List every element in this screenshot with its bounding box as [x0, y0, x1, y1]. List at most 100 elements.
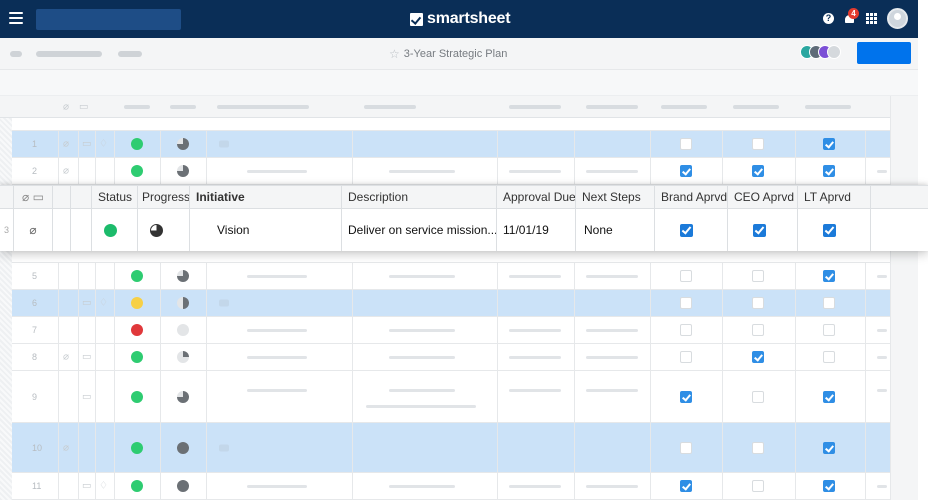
- column-header-next-steps[interactable]: Next Steps: [576, 186, 655, 208]
- column-header-initiative[interactable]: Initiative: [190, 186, 342, 208]
- cell-divider: [574, 473, 575, 499]
- brand-aprvd-checkbox[interactable]: [680, 441, 692, 454]
- comment-icon[interactable]: ▭: [82, 352, 91, 363]
- cell-divider: [497, 290, 498, 316]
- table-row[interactable]: [0, 251, 890, 263]
- table-row[interactable]: 11 ▭ ♢: [0, 473, 890, 500]
- table-row[interactable]: 2 ⌀: [0, 158, 890, 185]
- ceo-aprvd-checkbox[interactable]: [752, 138, 764, 150]
- avatar[interactable]: [887, 8, 908, 29]
- comment-icon[interactable]: ▭: [82, 481, 91, 492]
- lt-aprvd-cell[interactable]: [798, 209, 871, 251]
- column-header-brand-aprvd[interactable]: Brand Aprvd: [655, 186, 728, 208]
- cell-divider: [722, 473, 723, 499]
- progress-cell[interactable]: [138, 209, 190, 251]
- ceo-aprvd-checkbox[interactable]: [752, 165, 764, 177]
- text-placeholder: [877, 388, 887, 392]
- lt-aprvd-checkbox[interactable]: [823, 223, 836, 237]
- paperclip-icon[interactable]: ⌀: [63, 442, 69, 453]
- table-row[interactable]: 6 ▭ ♢: [0, 290, 890, 317]
- vertical-scrollbar[interactable]: [890, 96, 918, 500]
- cell-divider: [114, 290, 115, 316]
- hierarchy-icon[interactable]: [219, 140, 229, 148]
- description-cell[interactable]: Deliver on service mission...: [342, 209, 497, 251]
- brand-aprvd-checkbox[interactable]: [680, 351, 692, 363]
- ceo-aprvd-cell[interactable]: [728, 209, 798, 251]
- table-row[interactable]: 1 ⌀ ▭ ♢: [0, 131, 890, 158]
- expanded-row-card: ⌀ ▭ Status Progress Initiative Descripti…: [0, 185, 928, 251]
- ceo-aprvd-checkbox[interactable]: [752, 297, 764, 309]
- expanded-row[interactable]: 3 ⌀ Vision Deliver on service mission...…: [0, 209, 928, 251]
- status-cell[interactable]: [92, 209, 138, 251]
- comment-cell[interactable]: [53, 209, 71, 251]
- brand-aprvd-cell[interactable]: [655, 209, 728, 251]
- table-row[interactable]: 7: [0, 317, 890, 344]
- cell-divider: [574, 131, 575, 157]
- ceo-aprvd-checkbox[interactable]: [752, 390, 764, 403]
- lt-aprvd-checkbox[interactable]: [823, 351, 835, 363]
- brand-aprvd-checkbox[interactable]: [680, 223, 693, 237]
- cell-divider: [78, 317, 79, 343]
- cell-divider: [795, 131, 796, 157]
- lt-aprvd-checkbox[interactable]: [823, 297, 835, 309]
- brand-aprvd-checkbox[interactable]: [680, 297, 692, 309]
- column-header-approval-due[interactable]: Approval Due: [497, 186, 576, 208]
- paperclip-icon[interactable]: ⌀: [63, 352, 69, 363]
- cell-divider: [352, 317, 353, 343]
- ceo-aprvd-checkbox[interactable]: [752, 441, 764, 454]
- cell-divider: [114, 317, 115, 343]
- lt-aprvd-checkbox[interactable]: [823, 324, 835, 336]
- progress-pie: [177, 441, 189, 454]
- paperclip-icon[interactable]: ⌀: [63, 139, 69, 150]
- ceo-aprvd-checkbox[interactable]: [752, 480, 764, 492]
- paperclip-icon[interactable]: ⌀: [63, 166, 69, 177]
- table-row[interactable]: 8 ⌀ ▭: [0, 344, 890, 371]
- reminder-icon[interactable]: ♢: [99, 139, 108, 150]
- column-header-status[interactable]: Status: [92, 186, 138, 208]
- cell-divider: [795, 473, 796, 499]
- brand-aprvd-checkbox[interactable]: [680, 324, 692, 336]
- table-row[interactable]: 5: [0, 263, 890, 290]
- lt-aprvd-checkbox[interactable]: [823, 441, 835, 454]
- cell-divider: [58, 290, 59, 316]
- table-row[interactable]: 9 ▭: [0, 371, 890, 423]
- next-steps-cell[interactable]: None: [576, 209, 655, 251]
- paperclip-icon[interactable]: ⌀: [14, 209, 53, 251]
- column-header-lt-aprvd[interactable]: LT Aprvd: [798, 186, 871, 208]
- ceo-aprvd-checkbox[interactable]: [752, 324, 764, 336]
- column-header-ceo-aprvd[interactable]: CEO Aprvd: [728, 186, 798, 208]
- comment-icon[interactable]: ▭: [82, 391, 91, 402]
- lt-aprvd-checkbox[interactable]: [823, 165, 835, 177]
- ceo-aprvd-checkbox[interactable]: [753, 223, 766, 237]
- reminder-icon[interactable]: ♢: [99, 481, 108, 492]
- text-placeholder: [389, 275, 455, 278]
- lt-aprvd-checkbox[interactable]: [823, 390, 835, 403]
- hierarchy-icon[interactable]: [219, 444, 229, 451]
- hierarchy-icon[interactable]: [219, 299, 229, 307]
- initiative-cell[interactable]: Vision: [190, 209, 342, 251]
- reminder-icon[interactable]: ♢: [99, 298, 108, 309]
- cell-divider: [352, 131, 353, 157]
- ceo-aprvd-checkbox[interactable]: [752, 270, 764, 282]
- brand-aprvd-checkbox[interactable]: [680, 480, 692, 492]
- reminder-cell[interactable]: [71, 209, 92, 251]
- brand-aprvd-checkbox[interactable]: [680, 138, 692, 150]
- column-header-description[interactable]: Description: [342, 186, 497, 208]
- approval-due-cell[interactable]: 11/01/19: [497, 209, 576, 251]
- lt-aprvd-checkbox[interactable]: [823, 138, 835, 150]
- brand-aprvd-checkbox[interactable]: [680, 165, 692, 177]
- comment-icon[interactable]: ▭: [82, 139, 91, 150]
- table-row[interactable]: 10 ⌀: [0, 423, 890, 473]
- text-placeholder: [389, 329, 455, 332]
- lt-aprvd-checkbox[interactable]: [823, 480, 835, 492]
- cell-divider: [78, 263, 79, 289]
- lt-aprvd-checkbox[interactable]: [823, 270, 835, 282]
- table-row[interactable]: [0, 118, 890, 131]
- column-header-progress[interactable]: Progress: [138, 186, 190, 208]
- brand-aprvd-checkbox[interactable]: [680, 270, 692, 282]
- brand-aprvd-checkbox[interactable]: [680, 390, 692, 403]
- cell-divider: [95, 344, 96, 370]
- cell-divider: [722, 317, 723, 343]
- ceo-aprvd-checkbox[interactable]: [752, 351, 764, 363]
- comment-icon[interactable]: ▭: [82, 298, 91, 309]
